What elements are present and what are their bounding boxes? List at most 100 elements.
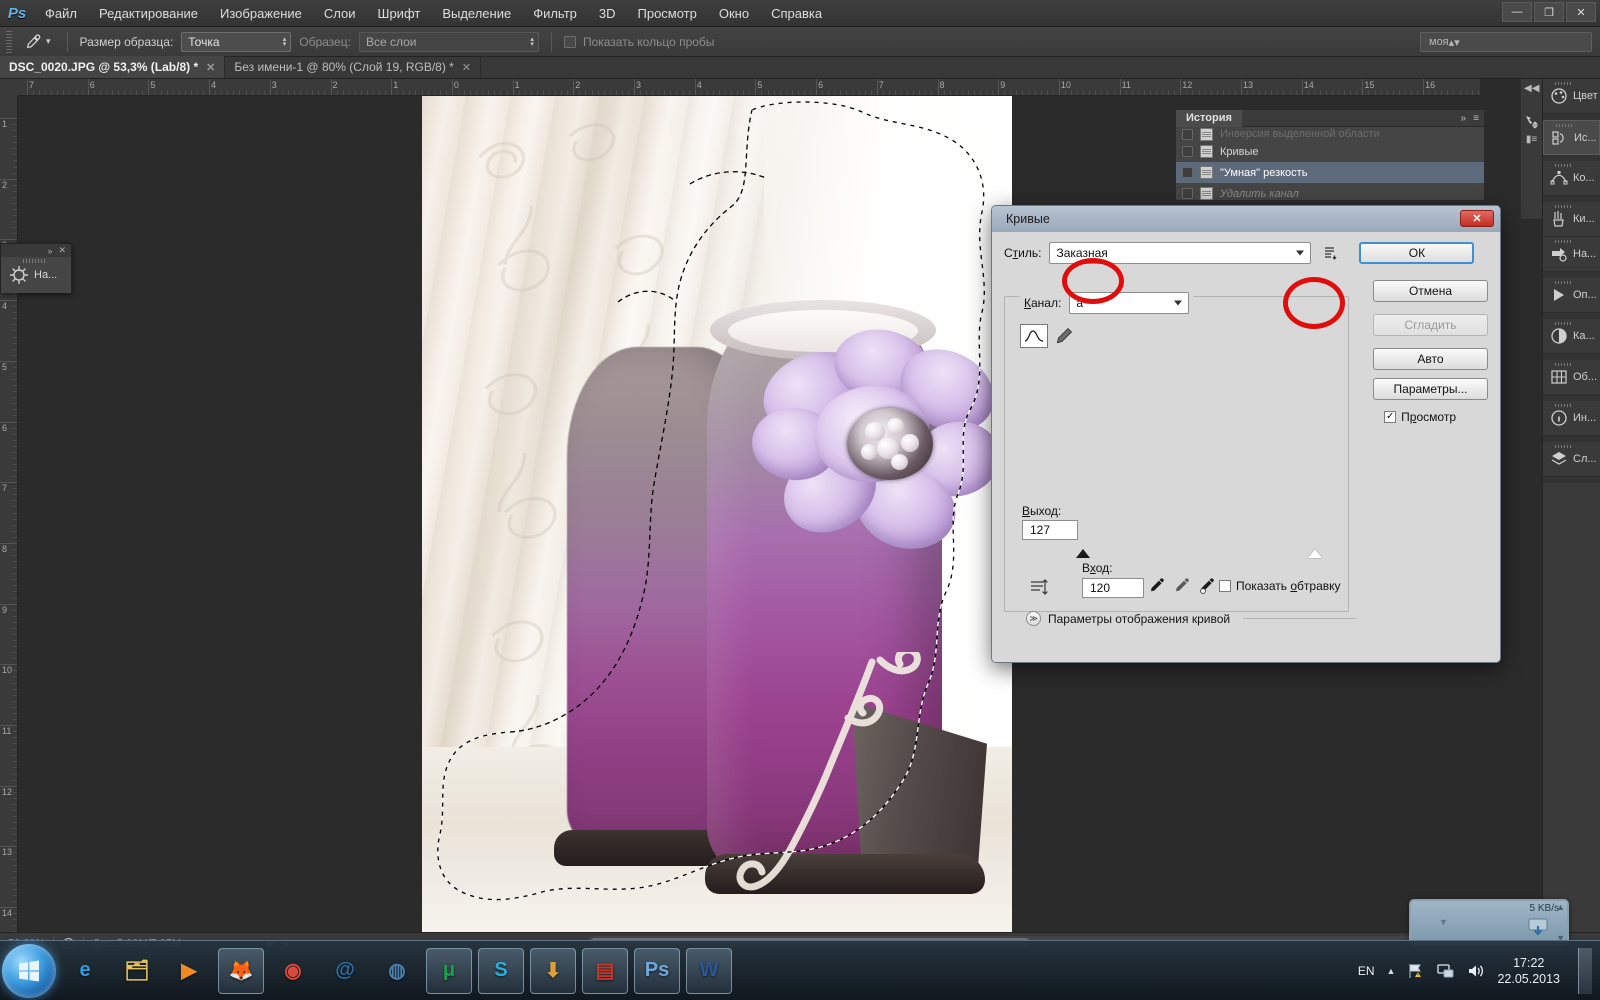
auto-button[interactable]: Авто xyxy=(1373,348,1488,370)
horizontal-ruler[interactable]: 765432101234567891011121314151617 xyxy=(18,79,1480,96)
skype-icon[interactable]: S xyxy=(478,947,524,994)
history-item-invert-selection[interactable]: Инверсия выделенной области xyxy=(1176,127,1484,141)
dock-item-grip[interactable] xyxy=(1555,404,1571,407)
photoshop-icon[interactable]: Ps xyxy=(634,947,680,994)
eyedropper-white-icon[interactable] xyxy=(1198,576,1216,596)
minimize-button[interactable]: — xyxy=(1502,2,1532,22)
history-tab[interactable]: История xyxy=(1176,109,1242,127)
firefox-icon[interactable]: 🦊 xyxy=(218,947,264,994)
floating-panel-collapse-icon[interactable]: » xyxy=(47,246,52,256)
dock-item-actions[interactable]: Оп... xyxy=(1543,278,1600,313)
menu-filter[interactable]: Фильтр xyxy=(522,1,588,26)
dock-item-paths[interactable]: Ко... xyxy=(1543,161,1600,196)
dock-item-grip[interactable] xyxy=(1555,82,1571,85)
network-icon[interactable] xyxy=(1437,962,1455,980)
media-player-icon[interactable]: ▶ xyxy=(166,948,212,994)
pencil-icon[interactable] xyxy=(1054,326,1074,346)
show-clipping-checkbox[interactable] xyxy=(1219,580,1231,592)
menu-image[interactable]: Изображение xyxy=(209,1,313,26)
floating-panel-body[interactable]: На... xyxy=(1,257,71,293)
dock-item-grip[interactable] xyxy=(1555,164,1571,167)
tab-untitled1[interactable]: Без имени-1 @ 80% (Слой 19, RGB/8) * ✕ xyxy=(225,56,482,78)
ok-button[interactable]: ОК xyxy=(1359,242,1475,264)
dock-item-layers[interactable]: Сл... xyxy=(1543,442,1600,477)
dock-panel-menu-icon[interactable]: ▮≡ xyxy=(1526,134,1537,145)
gadget-scroll-up-icon[interactable]: ▼ xyxy=(1439,917,1448,927)
curves-dialog[interactable]: Кривые ✕ Стиль: Заказная ОК Отмена Сглад… xyxy=(991,205,1501,663)
dock-item-grip[interactable] xyxy=(1555,205,1571,208)
dock-item-grip[interactable] xyxy=(1555,240,1571,243)
word-icon[interactable]: W xyxy=(686,947,732,994)
move-tool-icon[interactable] xyxy=(1524,114,1540,130)
history-snapshot-checkbox[interactable] xyxy=(1182,146,1193,157)
save-app-icon[interactable]: ▤ xyxy=(582,947,628,994)
menu-edit[interactable]: Редактирование xyxy=(88,1,209,26)
history-expand-icon[interactable]: » xyxy=(1460,113,1466,124)
dock-item-brush[interactable]: Ки... xyxy=(1543,202,1600,237)
menu-type[interactable]: Шрифт xyxy=(367,1,432,26)
dock-item-palette[interactable]: Цвет xyxy=(1543,79,1600,114)
dock-item-history[interactable]: Ис... xyxy=(1543,120,1600,155)
workspace-select[interactable]: моя ▴▾ xyxy=(1420,32,1592,52)
history-snapshot-checkbox[interactable] xyxy=(1182,128,1193,140)
dock-collapse-rail[interactable]: ◀◀ ▮≡ xyxy=(1520,79,1542,219)
windows-start-icon[interactable] xyxy=(2,943,56,998)
chrome-icon[interactable]: ◉ xyxy=(270,948,316,994)
language-indicator[interactable]: EN xyxy=(1358,964,1375,978)
history-menu-icon[interactable]: ≡ xyxy=(1473,113,1479,124)
dock-item-clone-source[interactable]: На... xyxy=(1543,237,1600,272)
auto-correct-icon[interactable] xyxy=(1028,576,1052,598)
download-manager-icon[interactable]: ⬇ xyxy=(530,947,576,994)
menu-help[interactable]: Справка xyxy=(760,1,833,26)
history-panel[interactable]: История » ≡ Инверсия выделенной области … xyxy=(1175,109,1485,201)
gadget-scroll-down-icon[interactable]: ▲ xyxy=(1556,902,1565,912)
menu-layers[interactable]: Слои xyxy=(313,1,367,26)
tab-untitled1-close-icon[interactable]: ✕ xyxy=(462,61,471,74)
dock-item-info[interactable]: Ин... xyxy=(1543,401,1600,436)
history-snapshot-checkbox[interactable] xyxy=(1182,167,1193,178)
explorer-icon[interactable]: 🗂 xyxy=(114,948,160,994)
eyedropper-black-icon[interactable] xyxy=(1148,576,1166,596)
output-value-input[interactable]: 127 xyxy=(1022,520,1078,540)
media-app-icon[interactable]: ◍ xyxy=(374,948,420,994)
taskbar-clock[interactable]: 17:22 22.05.2013 xyxy=(1497,955,1560,987)
floating-navigator-panel[interactable]: » ✕ На... xyxy=(0,243,72,293)
floating-panel-close-icon[interactable]: ✕ xyxy=(58,245,66,256)
close-button[interactable]: ✕ xyxy=(1566,2,1596,22)
eyedropper-gray-icon[interactable] xyxy=(1173,576,1191,596)
channel-select[interactable]: a xyxy=(1069,292,1190,314)
tray-chevron-icon[interactable]: ▲ xyxy=(1387,966,1396,976)
menu-3d[interactable]: 3D xyxy=(588,1,627,26)
input-value-input[interactable]: 120 xyxy=(1082,578,1144,598)
dock-collapse-icon[interactable]: ◀◀ xyxy=(1521,79,1542,98)
curve-display-options-expander-icon[interactable]: ≫ xyxy=(1026,611,1041,626)
dock-item-grip[interactable] xyxy=(1555,322,1571,325)
document-image[interactable] xyxy=(422,96,1012,932)
dock-item-adjustments[interactable]: Ка... xyxy=(1543,319,1600,354)
dock-item-grip[interactable] xyxy=(1556,124,1572,127)
curves-dialog-close-button[interactable]: ✕ xyxy=(1460,210,1494,227)
cancel-button[interactable]: Отмена xyxy=(1373,280,1488,302)
tool-preset-caret-icon[interactable]: ▾ xyxy=(46,36,51,47)
menu-window[interactable]: Окно xyxy=(708,1,760,26)
options-bar-grip[interactable] xyxy=(6,30,12,53)
menu-select[interactable]: Выделение xyxy=(431,1,522,26)
preview-checkbox[interactable]: ✓ xyxy=(1384,411,1397,423)
menu-view[interactable]: Просмотр xyxy=(627,1,708,26)
restore-button[interactable]: ❐ xyxy=(1534,2,1564,22)
history-item-smart-sharpen[interactable]: "Умная" резкость xyxy=(1176,162,1484,183)
sample-size-select[interactable]: Точка ▴ ▾ xyxy=(181,31,292,52)
dock-item-styles[interactable]: Об... xyxy=(1543,360,1600,395)
options-button[interactable]: Параметры... xyxy=(1373,378,1488,400)
menu-file[interactable]: Файл xyxy=(34,1,88,26)
volume-icon[interactable] xyxy=(1467,962,1485,980)
curve-point-tool-button[interactable] xyxy=(1020,324,1048,348)
dock-item-grip[interactable] xyxy=(1555,445,1571,448)
utorrent-icon[interactable]: μ xyxy=(426,947,472,994)
tab-dsc0020[interactable]: DSC_0020.JPG @ 53,3% (Lab/8) * ✕ xyxy=(0,56,226,78)
history-item-curves[interactable]: Кривые xyxy=(1176,141,1484,162)
black-point-slider[interactable] xyxy=(1076,549,1090,558)
show-sampling-ring-checkbox[interactable] xyxy=(563,35,576,48)
preset-menu-icon[interactable] xyxy=(1323,245,1339,261)
history-item-delete-channel[interactable]: Удалить канал xyxy=(1176,183,1484,201)
